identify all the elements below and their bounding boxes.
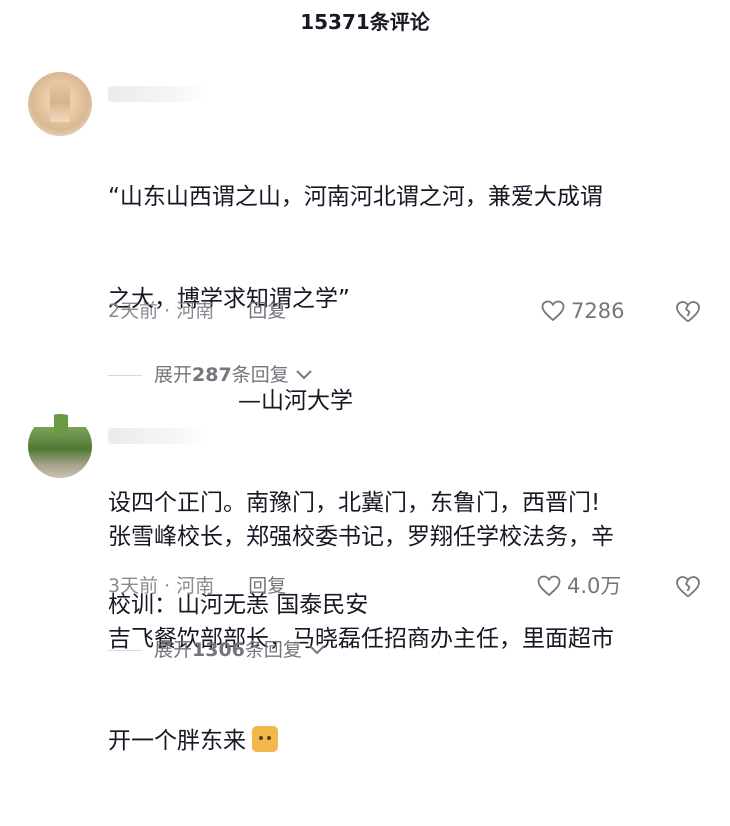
avatar[interactable] bbox=[28, 414, 92, 478]
divider-dash bbox=[108, 374, 142, 376]
comment-meta: 3天前 · 河南 回复 bbox=[108, 573, 286, 599]
avatar[interactable] bbox=[28, 72, 92, 136]
like-button[interactable]: 7286 bbox=[541, 298, 624, 324]
comment-line-with-emoji: 开一个胖东来 bbox=[108, 724, 708, 758]
chevron-down-icon bbox=[309, 645, 325, 655]
expand-prefix: 展开 bbox=[154, 639, 193, 661]
cat-emoji-icon bbox=[252, 726, 278, 752]
chevron-down-icon bbox=[295, 370, 312, 380]
broken-heart-icon[interactable] bbox=[675, 575, 701, 599]
comment-line: “山东山西谓之山，河南河北谓之河，兼爱大成谓 bbox=[108, 184, 603, 210]
divider-dash bbox=[108, 649, 142, 651]
like-count: 4.0万 bbox=[567, 574, 622, 598]
time-location: 3天前 · 河南 bbox=[108, 575, 215, 597]
expand-replies-button[interactable]: 展开 1306 条回复 bbox=[108, 637, 326, 663]
heart-outline-icon bbox=[537, 575, 561, 597]
expand-prefix: 展开 bbox=[154, 364, 193, 386]
expand-suffix: 条回复 bbox=[231, 364, 289, 386]
like-button[interactable]: 4.0万 bbox=[537, 573, 621, 599]
reply-count: 1306 bbox=[192, 639, 245, 661]
reply-button[interactable]: 回复 bbox=[248, 300, 286, 322]
heart-outline-icon bbox=[541, 300, 565, 322]
time-location: 2天前 · 河南 bbox=[108, 300, 215, 322]
reply-button[interactable]: 回复 bbox=[248, 575, 286, 597]
avatar-image bbox=[50, 82, 70, 122]
comment-meta: 2天前 · 河南 回复 bbox=[108, 298, 286, 324]
expand-suffix: 条回复 bbox=[244, 639, 302, 661]
comments-count-title: 15371条评论 bbox=[300, 10, 430, 34]
username-blurred[interactable] bbox=[108, 86, 208, 102]
comment-line: 开一个胖东来 bbox=[108, 728, 246, 754]
avatar-image bbox=[54, 414, 68, 436]
username-blurred[interactable] bbox=[108, 428, 208, 444]
broken-heart-icon[interactable] bbox=[675, 300, 701, 324]
expand-replies-button[interactable]: 展开 287 条回复 bbox=[108, 362, 313, 388]
reply-count: 287 bbox=[192, 364, 232, 386]
comment-line: —山河大学 bbox=[238, 388, 353, 414]
comment-line: 张雪峰校长，郑强校委书记，罗翔任学校法务，辛 bbox=[108, 524, 614, 550]
like-count: 7286 bbox=[571, 299, 625, 323]
